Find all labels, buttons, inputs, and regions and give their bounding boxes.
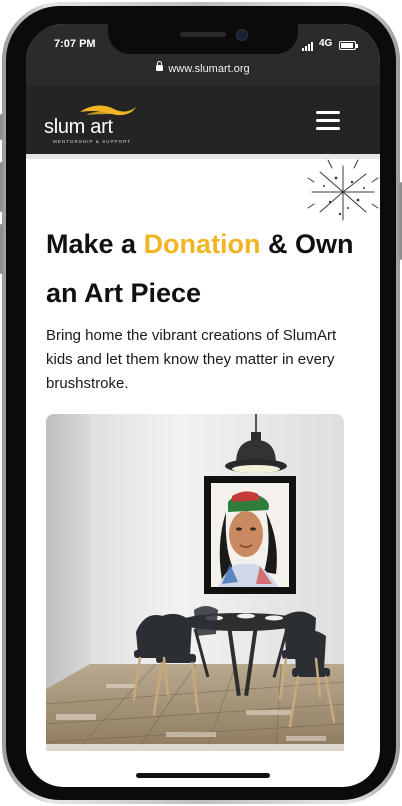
phone-frame: 7:07 PM 4G www.slumart.org slum art MENT…	[0, 2, 402, 804]
home-indicator[interactable]	[136, 773, 270, 778]
mute-switch	[0, 114, 3, 140]
browser-top-bar: 7:07 PM 4G www.slumart.org	[26, 24, 380, 86]
url-text: www.slumart.org	[168, 63, 250, 75]
intro-paragraph: Bring home the vibrant creations of Slum…	[46, 327, 337, 392]
battery-icon	[339, 41, 358, 50]
dining-room-artwork-image	[46, 414, 344, 751]
lock-icon	[156, 61, 164, 72]
site-header: slum art MENTORSHIP & SUPPORT	[26, 86, 380, 154]
address-bar[interactable]: www.slumart.org	[26, 61, 380, 75]
signal-icon	[302, 42, 313, 51]
logo-wordmark: slum art	[44, 116, 113, 138]
volume-down-button	[0, 224, 3, 274]
heading-part-1: Make a	[46, 229, 144, 259]
status-time: 7:07 PM	[54, 38, 96, 50]
speaker-grille	[180, 32, 226, 37]
page-title: Make a Donation & Own an Art Piece	[46, 220, 366, 318]
sparkle-burst-icon	[307, 159, 379, 221]
notch	[108, 24, 298, 54]
front-camera	[236, 29, 248, 41]
heading-accent-donation: Donation	[143, 229, 261, 259]
hamburger-menu-icon[interactable]	[316, 111, 340, 131]
phone-screen: 7:07 PM 4G www.slumart.org slum art MENT…	[26, 24, 380, 787]
logo-tagline: MENTORSHIP & SUPPORT	[53, 139, 132, 144]
volume-up-button	[0, 162, 3, 212]
slum-art-logo[interactable]: slum art MENTORSHIP & SUPPORT	[44, 102, 174, 146]
network-type: 4G	[319, 38, 333, 49]
